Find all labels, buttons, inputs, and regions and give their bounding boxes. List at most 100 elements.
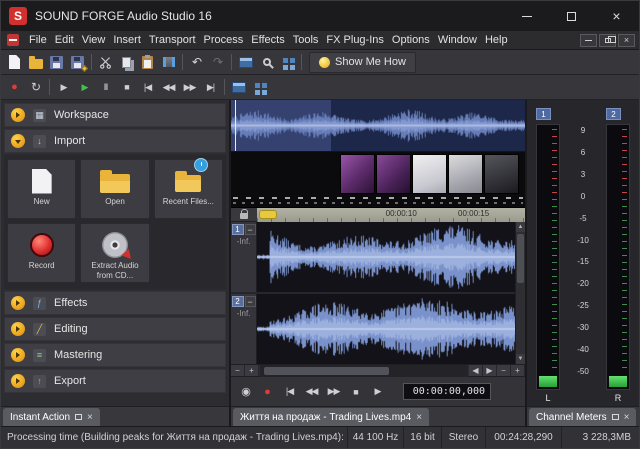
import-open-tile[interactable]: Open xyxy=(80,159,149,219)
section-import[interactable]: Import xyxy=(4,129,226,153)
minimize-button[interactable] xyxy=(504,1,549,31)
window-layout-button[interactable] xyxy=(235,52,256,73)
window-docking-button[interactable] xyxy=(228,77,249,98)
maximize-button[interactable] xyxy=(549,1,594,31)
video-track[interactable] xyxy=(231,152,525,208)
section-workspace[interactable]: Workspace xyxy=(4,103,226,127)
menu-edit[interactable]: Edit xyxy=(51,34,78,46)
close-tab-icon[interactable]: × xyxy=(416,412,422,423)
section-mastering[interactable]: Mastering xyxy=(4,343,226,367)
document-icon[interactable] xyxy=(7,34,19,46)
go-to-start-button[interactable]: |◀ xyxy=(137,77,158,98)
channel-number-badge[interactable]: 1 xyxy=(232,224,244,235)
new-file-button[interactable] xyxy=(4,52,25,73)
cut-button[interactable] xyxy=(95,52,116,73)
scroll-left-button[interactable]: ◀ xyxy=(469,365,483,377)
plugin-chain-button[interactable] xyxy=(277,52,298,73)
go-to-start-button[interactable]: |◀ xyxy=(279,381,300,403)
menu-options[interactable]: Options xyxy=(388,34,434,46)
redo-button[interactable]: ↷ xyxy=(207,52,228,73)
channel-minimize-button[interactable]: − xyxy=(245,296,256,307)
section-effects[interactable]: Effects xyxy=(4,291,226,315)
vertical-scroll-thumb[interactable] xyxy=(517,234,524,283)
document-tab[interactable]: Життя на продаж - Trading Lives.mp4 × xyxy=(233,408,429,426)
scroll-down-button[interactable]: ▼ xyxy=(516,354,525,364)
play-button[interactable]: ▶ xyxy=(367,381,388,403)
zoom-out-button[interactable]: − xyxy=(497,365,511,377)
rewind-button[interactable]: ◀◀ xyxy=(158,77,179,98)
scroll-right-button[interactable]: ▶ xyxy=(483,365,497,377)
time-display[interactable]: 00:00:00,000 xyxy=(403,383,491,400)
save-button[interactable] xyxy=(46,52,67,73)
open-file-button[interactable] xyxy=(25,52,46,73)
record-arm-button[interactable]: ◉ xyxy=(235,381,256,403)
close-tab-icon[interactable]: × xyxy=(87,412,93,423)
channel-meters-tab[interactable]: Channel Meters × xyxy=(529,408,636,426)
save-as-button[interactable] xyxy=(67,52,88,73)
scroll-up-button[interactable]: ▲ xyxy=(516,222,525,232)
meter-channel-1-badge[interactable]: 1 xyxy=(536,108,551,120)
go-to-end-button[interactable]: ▶| xyxy=(200,77,221,98)
menu-file[interactable]: File xyxy=(25,34,51,46)
zoom-tool-button[interactable] xyxy=(256,52,277,73)
section-export[interactable]: Export xyxy=(4,369,226,393)
channel-minimize-button[interactable]: − xyxy=(245,224,256,235)
float-window-icon[interactable] xyxy=(612,414,619,420)
section-label: Import xyxy=(54,135,85,147)
channel-number-badge[interactable]: 2 xyxy=(232,296,244,307)
menu-insert[interactable]: Insert xyxy=(109,34,145,46)
menu-effects[interactable]: Effects xyxy=(247,34,288,46)
record-button[interactable]: ● xyxy=(4,77,25,98)
mdi-close-button[interactable]: × xyxy=(618,34,635,47)
forward-button[interactable]: ▶▶ xyxy=(323,381,344,403)
zoom-in-button[interactable]: + xyxy=(511,365,525,377)
time-ruler[interactable]: 00:00:10 00:00:15 xyxy=(257,208,525,222)
section-editing[interactable]: Editing xyxy=(4,317,226,341)
zoom-in-time-button[interactable]: + xyxy=(245,365,259,377)
instant-action-tab[interactable]: Instant Action × xyxy=(3,408,100,426)
pause-button[interactable]: ‖ xyxy=(95,77,116,98)
loop-region-marker[interactable] xyxy=(259,210,277,219)
mdi-restore-button[interactable] xyxy=(599,34,616,47)
copy-button[interactable] xyxy=(116,52,137,73)
menu-process[interactable]: Process xyxy=(200,34,248,46)
stop-button[interactable]: ■ xyxy=(116,77,137,98)
horizontal-scroll-thumb[interactable] xyxy=(264,367,389,375)
undo-button[interactable]: ↶ xyxy=(186,52,207,73)
waveform-overview[interactable] xyxy=(231,100,525,152)
vertical-scroll-track[interactable] xyxy=(516,232,525,354)
import-record-tile[interactable]: Record xyxy=(7,223,76,283)
channel-gain-label[interactable]: -Inf. xyxy=(237,309,251,318)
vertical-scrollbar[interactable]: ▲ ▼ xyxy=(515,222,525,364)
rewind-button[interactable]: ◀◀ xyxy=(301,381,322,403)
menu-fx-plugins[interactable]: FX Plug-Ins xyxy=(322,34,387,46)
import-new-tile[interactable]: New xyxy=(7,159,76,219)
float-window-icon[interactable] xyxy=(75,414,82,420)
play-all-button[interactable]: ▶ xyxy=(53,77,74,98)
stop-button[interactable]: ■ xyxy=(345,381,366,403)
trim-button[interactable] xyxy=(158,52,179,73)
video-preview-button[interactable] xyxy=(249,77,270,98)
paste-button[interactable] xyxy=(137,52,158,73)
import-recent-files-tile[interactable]: Recent Files... xyxy=(154,159,223,219)
menu-help[interactable]: Help xyxy=(481,34,512,46)
channel-gain-label[interactable]: -Inf. xyxy=(237,237,251,246)
play-button[interactable]: ▶ xyxy=(74,77,95,98)
menu-transport[interactable]: Transport xyxy=(145,34,200,46)
zoom-out-time-button[interactable]: − xyxy=(231,365,245,377)
meter-channel-2-badge[interactable]: 2 xyxy=(606,108,621,120)
channel-2-wave-area[interactable] xyxy=(257,294,515,364)
record-button[interactable]: ● xyxy=(257,381,278,403)
close-button[interactable]: × xyxy=(594,1,639,31)
menu-view[interactable]: View xyxy=(78,34,110,46)
show-me-how-button[interactable]: Show Me How xyxy=(309,52,416,73)
mdi-minimize-button[interactable] xyxy=(580,34,597,47)
forward-button[interactable]: ▶▶ xyxy=(179,77,200,98)
channel-1-wave-area[interactable] xyxy=(257,222,515,292)
horizontal-scrollbar[interactable] xyxy=(260,365,468,377)
menu-window[interactable]: Window xyxy=(434,34,481,46)
menu-tools[interactable]: Tools xyxy=(289,34,323,46)
loop-playback-button[interactable]: ↻ xyxy=(25,77,46,98)
import-extract-cd-tile[interactable]: Extract Audio from CD... xyxy=(80,223,149,283)
close-tab-icon[interactable]: × xyxy=(624,412,630,423)
